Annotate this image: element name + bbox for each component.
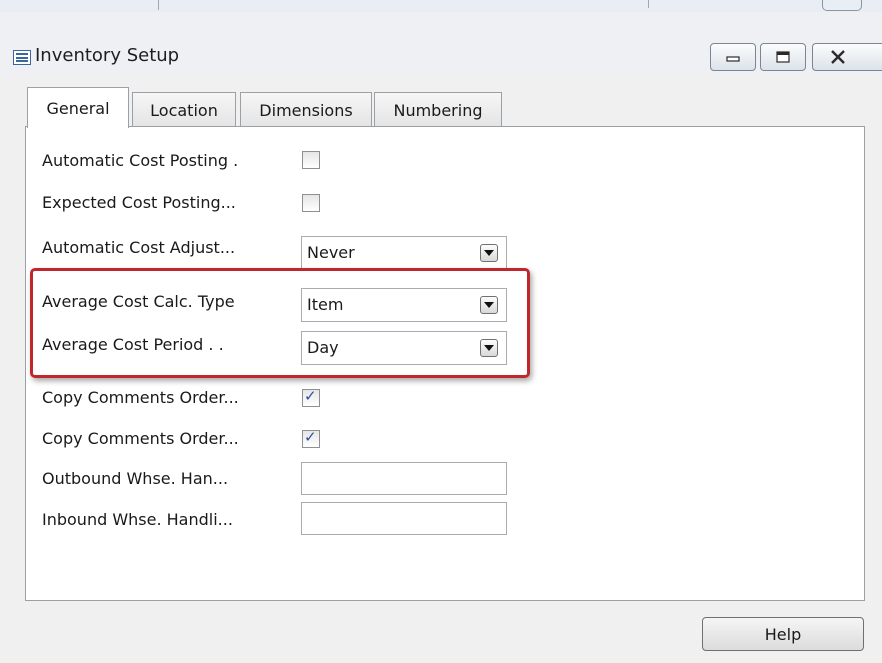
- average-cost-calc-type-select[interactable]: Item: [301, 288, 507, 322]
- tab-dimensions[interactable]: Dimensions: [240, 92, 372, 127]
- strip-divider: [158, 0, 159, 10]
- average-cost-period-label: Average Cost Period . .: [42, 335, 224, 354]
- copy-comments-order-label: Copy Comments Order...: [42, 388, 239, 407]
- close-button[interactable]: [812, 43, 882, 71]
- chevron-down-icon[interactable]: [480, 244, 498, 262]
- copy-comments-order-label: Copy Comments Order...: [42, 429, 239, 448]
- expected-cost-posting-label: Expected Cost Posting...: [42, 193, 236, 212]
- automatic-cost-posting-checkbox[interactable]: [302, 151, 320, 169]
- tab-numbering[interactable]: Numbering: [374, 92, 502, 127]
- maximize-button[interactable]: [760, 43, 806, 71]
- automatic-cost-posting-label: Automatic Cost Posting .: [42, 151, 239, 170]
- copy-comments-order-checkbox[interactable]: [302, 428, 320, 448]
- minimize-button[interactable]: [710, 43, 756, 71]
- outbound-whse-label: Outbound Whse. Han...: [42, 469, 229, 488]
- chevron-down-icon[interactable]: [480, 339, 498, 357]
- automatic-cost-adjust-select[interactable]: Never: [301, 236, 507, 270]
- form-icon: [13, 50, 31, 65]
- maximize-icon: [776, 51, 790, 63]
- minimize-icon: [726, 56, 740, 62]
- expected-cost-posting-checkbox[interactable]: [302, 194, 320, 212]
- copy-comments-order-checkbox[interactable]: [302, 387, 320, 407]
- tab-general[interactable]: General: [27, 87, 129, 128]
- automatic-cost-adjust-label: Automatic Cost Adjust...: [42, 238, 236, 257]
- outbound-whse-field[interactable]: [301, 462, 507, 495]
- close-icon: [831, 50, 845, 64]
- inbound-whse-field[interactable]: [301, 502, 507, 535]
- select-value: Item: [307, 295, 344, 314]
- average-cost-calc-type-label: Average Cost Calc. Type: [42, 292, 235, 311]
- strip-divider: [648, 0, 649, 8]
- chevron-down-icon[interactable]: [480, 296, 498, 314]
- tab-location[interactable]: Location: [132, 92, 236, 127]
- strip-button-edge: [822, 0, 862, 11]
- title-bar: Inventory Setup: [0, 12, 882, 76]
- inbound-whse-label: Inbound Whse. Handli...: [42, 510, 233, 529]
- window-title: Inventory Setup: [35, 45, 180, 66]
- help-button[interactable]: Help: [702, 617, 864, 651]
- select-value: Day: [307, 338, 339, 357]
- select-value: Never: [307, 243, 355, 262]
- average-cost-period-select[interactable]: Day: [301, 331, 507, 365]
